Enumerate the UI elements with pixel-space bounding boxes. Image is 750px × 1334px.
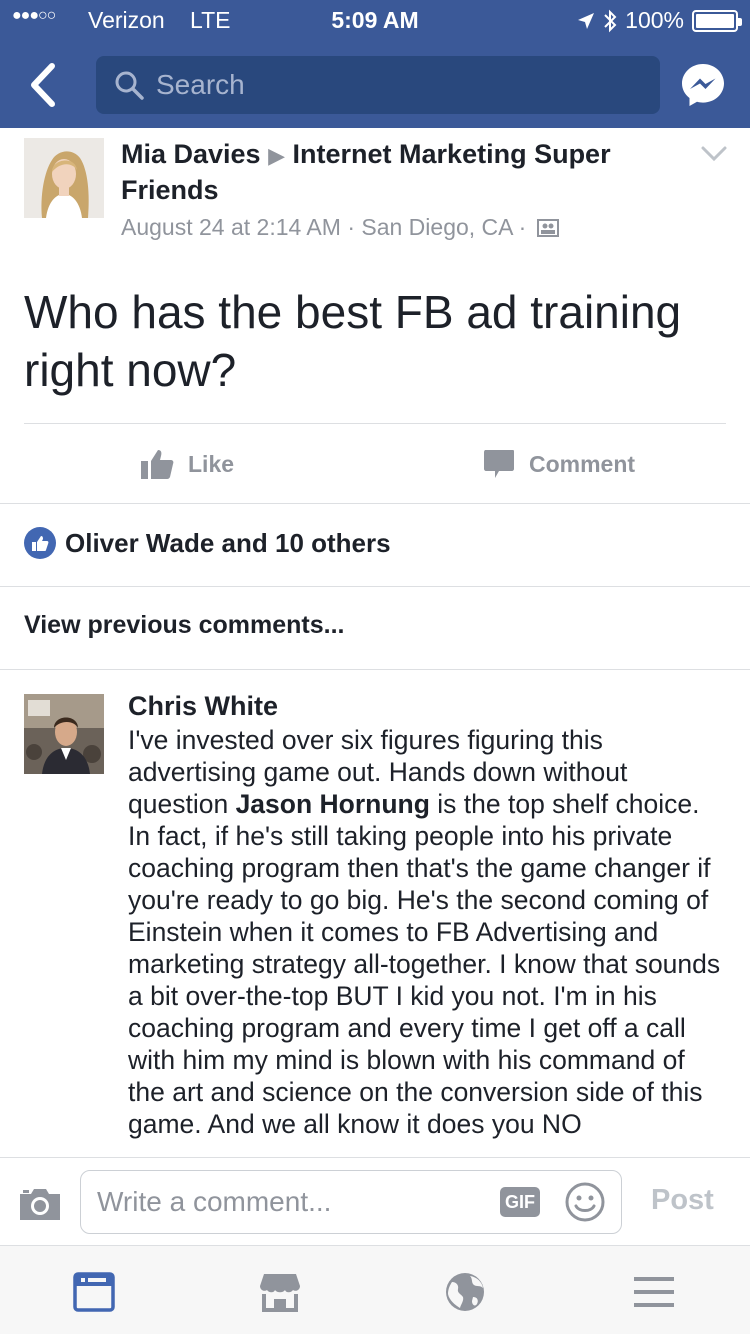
- separator-arrow: ▶: [268, 143, 286, 168]
- search-icon: [115, 71, 144, 100]
- divider: [0, 586, 750, 587]
- post-button[interactable]: Post: [651, 1184, 714, 1217]
- like-badge-icon: [24, 527, 56, 559]
- commenter-name[interactable]: Chris White: [128, 688, 728, 724]
- author-name[interactable]: Mia Davies: [121, 139, 261, 169]
- news-feed-icon[interactable]: [72, 1270, 116, 1314]
- comment-input[interactable]: Write a comment... GIF: [80, 1170, 622, 1234]
- comment-text: I've invested over six figures figuring …: [128, 724, 728, 1140]
- post-body: Who has the best FB ad training right no…: [24, 286, 682, 396]
- chevron-down-icon[interactable]: [700, 143, 728, 165]
- back-button[interactable]: [22, 58, 66, 112]
- messenger-icon[interactable]: [680, 62, 726, 108]
- battery-icon: [692, 9, 742, 32]
- view-previous-comments[interactable]: View previous comments...: [24, 611, 344, 640]
- group-audience-icon: [536, 219, 559, 237]
- commenter-avatar[interactable]: [24, 694, 104, 774]
- battery-fill: [696, 13, 734, 28]
- likes-text: Oliver Wade and 10 others: [65, 527, 391, 558]
- post-timestamp: August 24 at 2:14 AM · San Diego, CA ·: [121, 214, 527, 240]
- mention-link[interactable]: Jason Hornung: [236, 789, 430, 819]
- battery-percent: 100%: [625, 7, 684, 33]
- thumbs-up-icon: [141, 450, 174, 479]
- marketplace-icon[interactable]: [258, 1270, 302, 1314]
- status-right: 100%: [577, 7, 742, 34]
- post-title: Mia Davies ▶ Internet Marketing Super Fr…: [121, 137, 681, 207]
- search-placeholder: Search: [156, 69, 245, 100]
- comment-button[interactable]: Comment: [483, 438, 635, 490]
- status-bar: ●●●○○ Verizon LTE 5:09 AM 100%: [0, 0, 750, 40]
- menu-icon[interactable]: [632, 1270, 676, 1314]
- divider: [0, 503, 750, 504]
- globe-icon[interactable]: [443, 1270, 487, 1314]
- likes-summary[interactable]: Oliver Wade and 10 others: [24, 527, 391, 559]
- author-avatar[interactable]: [24, 138, 104, 218]
- like-button[interactable]: Like: [140, 438, 234, 490]
- bluetooth-icon: [604, 9, 617, 32]
- divider: [24, 423, 726, 424]
- comment-label: Comment: [529, 450, 636, 477]
- comment-text-end: is the top shelf choice. In fact, if he'…: [128, 789, 721, 1139]
- comment-placeholder: Write a comment...: [97, 1186, 332, 1217]
- search-input[interactable]: Search: [96, 56, 660, 114]
- smile-icon[interactable]: [564, 1181, 606, 1223]
- comment-bubble: Chris White I've invested over six figur…: [128, 688, 728, 1156]
- divider: [0, 669, 750, 670]
- top-header: ●●●○○ Verizon LTE 5:09 AM 100% Search: [0, 0, 750, 128]
- camera-icon[interactable]: [18, 1186, 62, 1222]
- gif-button[interactable]: GIF: [500, 1187, 540, 1217]
- comment-bubble-icon: [484, 450, 514, 478]
- like-label: Like: [188, 450, 235, 477]
- post-meta: August 24 at 2:14 AM · San Diego, CA ·: [121, 214, 559, 241]
- location-icon: [578, 12, 595, 29]
- bottom-nav: [0, 1245, 750, 1334]
- comment-composer: Write a comment... GIF Post: [0, 1157, 750, 1245]
